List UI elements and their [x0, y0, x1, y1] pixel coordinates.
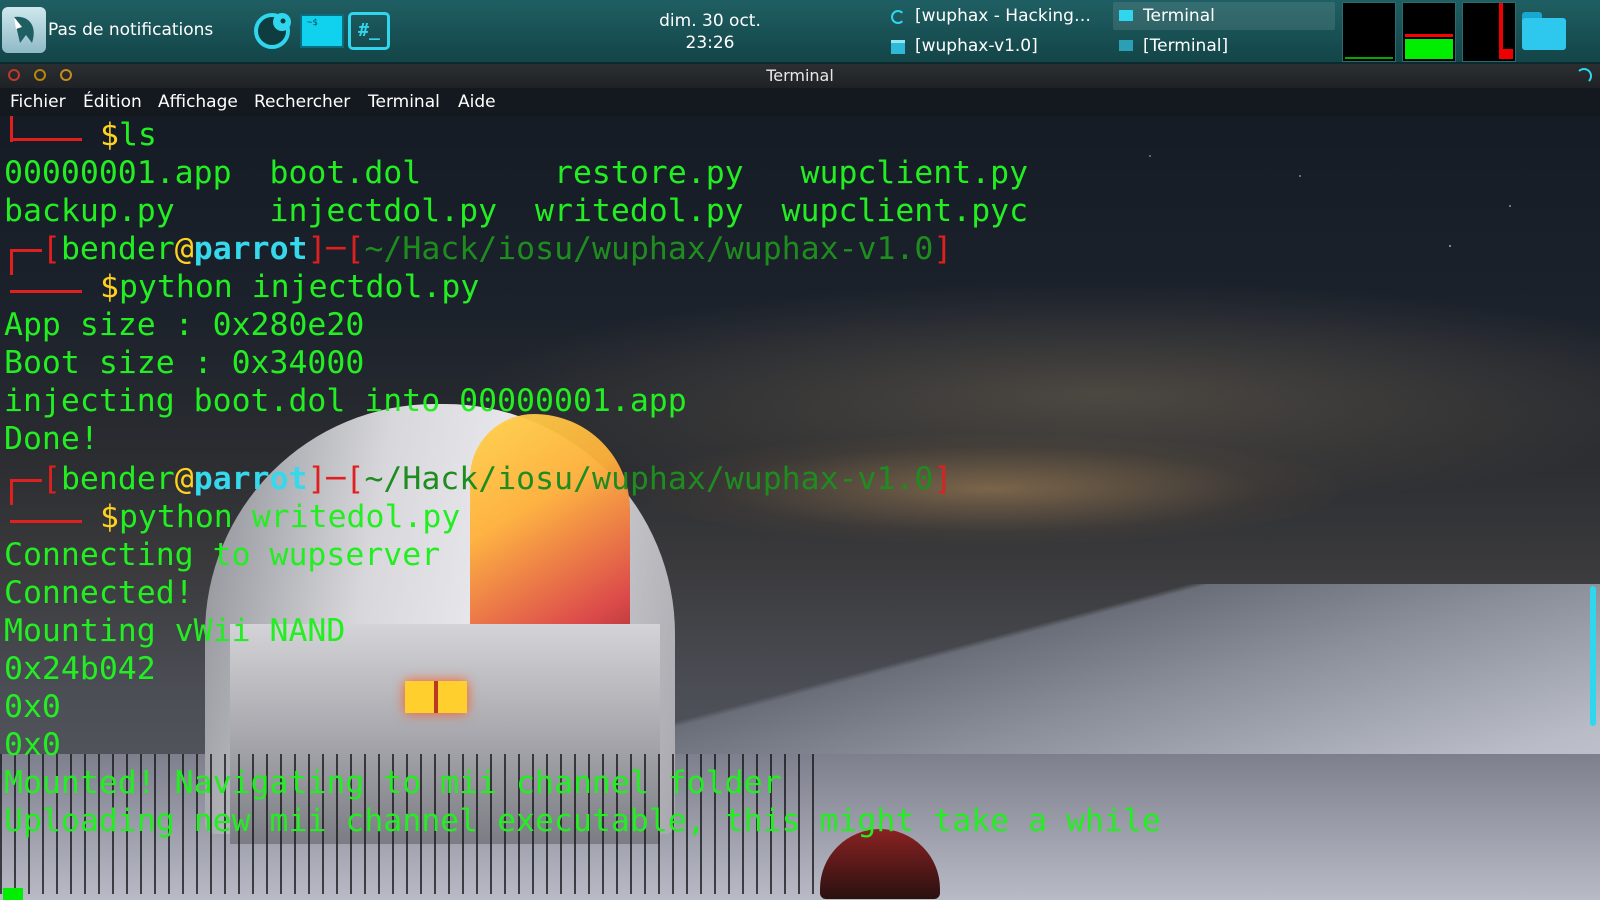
menu-aide[interactable]: Aide — [458, 88, 496, 116]
parrot-menu-button[interactable] — [2, 7, 46, 53]
menu-edition[interactable]: Édition — [83, 88, 142, 116]
prompt-bracket — [10, 479, 13, 505]
command-line: $ls — [100, 117, 157, 153]
home-folder-icon[interactable] — [1522, 12, 1566, 50]
ls-output-row: 00000001.app boot.dol restore.py wupclie… — [4, 155, 1029, 191]
text-cursor — [3, 888, 23, 900]
command-line: $python writedol.py — [100, 499, 461, 535]
prompt-line: [bender@parrot]─[~/Hack/iosu/wuphax/wuph… — [42, 231, 953, 267]
menu-fichier[interactable]: Fichier — [10, 88, 66, 116]
folder-icon — [891, 40, 905, 54]
task-wuphax-browser[interactable]: [wuphax - Hacking… — [885, 2, 1107, 30]
busy-spinner-icon — [1576, 68, 1592, 84]
root-terminal-launcher-icon[interactable]: #_ — [348, 12, 390, 50]
memory-monitor-graph — [1402, 2, 1456, 62]
notifications-label[interactable]: Pas de notifications — [48, 20, 213, 40]
output-line: App size : 0x280e20 — [4, 307, 365, 343]
output-line: Done! — [4, 421, 99, 457]
terminal-output[interactable]: $ls 00000001.app boot.dol restore.py wup… — [0, 116, 1600, 900]
task-label: [wuphax-v1.0] — [915, 36, 1038, 56]
top-panel: Pas de notifications ~$ #_ dim. 30 oct. … — [0, 0, 1600, 64]
menu-terminal[interactable]: Terminal — [368, 88, 440, 116]
task-terminal-minimized[interactable]: [Terminal] — [1113, 32, 1335, 60]
task-label: [Terminal] — [1143, 36, 1229, 56]
network-monitor-graph — [1462, 2, 1516, 62]
output-line: Boot size : 0x34000 — [4, 345, 365, 381]
prompt-bracket — [10, 290, 82, 293]
output-line: Connecting to wupserver — [4, 537, 441, 573]
output-line: 0x0 — [4, 689, 61, 725]
reload-icon — [891, 10, 905, 24]
prompt-bracket — [10, 138, 82, 141]
menu-bar: Fichier Édition Affichage Rechercher Ter… — [0, 88, 1600, 116]
prompt-bracket — [10, 520, 82, 523]
window-titlebar[interactable]: Terminal — [0, 64, 1600, 88]
taskbar: [wuphax - Hacking… Terminal [wuphax-v1.0… — [885, 0, 1340, 64]
parrot-app-launcher-icon[interactable] — [252, 10, 298, 52]
menu-affichage[interactable]: Affichage — [158, 88, 238, 116]
prompt-bracket — [10, 249, 42, 252]
menu-rechercher[interactable]: Rechercher — [254, 88, 350, 116]
terminal-launcher-label: ~$ — [307, 18, 318, 28]
task-wuphax-folder[interactable]: [wuphax-v1.0] — [885, 32, 1107, 60]
output-line: Connected! — [4, 575, 194, 611]
window-title: Terminal — [766, 66, 834, 85]
cpu-monitor-graph — [1342, 2, 1396, 62]
clock-date: dim. 30 oct. — [659, 11, 761, 31]
output-line: 0x24b042 — [4, 651, 156, 687]
command-line: $python injectdol.py — [100, 269, 480, 305]
terminal-window-icon — [1119, 40, 1133, 51]
task-terminal-active[interactable]: Terminal — [1113, 2, 1335, 30]
clock-time: 23:26 — [685, 33, 735, 53]
parrot-logo-icon — [14, 16, 34, 43]
task-label: [wuphax - Hacking… — [915, 6, 1091, 26]
output-line: Mounting vWii NAND — [4, 613, 346, 649]
output-line: 0x0 — [4, 727, 61, 763]
terminal-launcher-icon[interactable]: ~$ — [300, 14, 344, 48]
terminal-window: Terminal Fichier Édition Affichage Reche… — [0, 64, 1600, 900]
prompt-bracket — [10, 249, 13, 275]
scrollbar-thumb[interactable] — [1590, 586, 1596, 726]
output-line: Mounted! Navigating to mii channel folde… — [4, 765, 782, 801]
prompt-bracket — [10, 479, 42, 482]
clock[interactable]: dim. 30 oct. 23:26 — [620, 10, 800, 54]
output-line: injecting boot.dol into 00000001.app — [4, 383, 687, 419]
ls-output-row: backup.py injectdol.py writedol.py wupcl… — [4, 193, 1029, 229]
output-line: Uploading new mii channel executable, th… — [4, 803, 1161, 839]
prompt-line: [bender@parrot]─[~/Hack/iosu/wuphax/wuph… — [42, 461, 953, 497]
task-label: Terminal — [1143, 6, 1215, 26]
terminal-window-icon — [1119, 10, 1133, 21]
